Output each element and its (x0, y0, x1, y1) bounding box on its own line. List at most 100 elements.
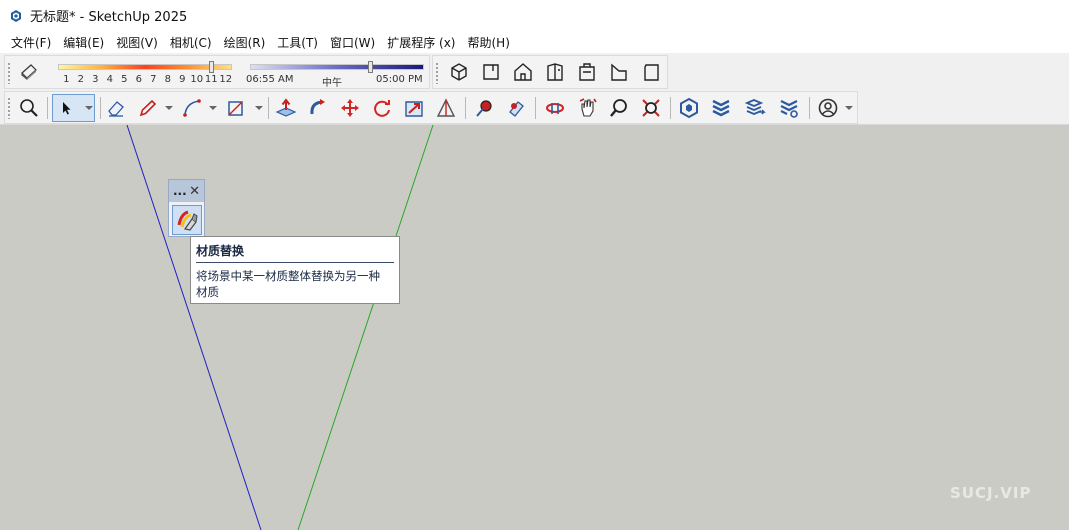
arc-icon (183, 99, 201, 117)
extension-warehouse-icon (712, 99, 730, 117)
preferences-button[interactable] (776, 95, 802, 121)
rectangle-dropdown[interactable] (255, 95, 263, 121)
watermark: SUCJ.VIP (950, 484, 1032, 502)
month-label: 5 (121, 74, 128, 85)
toolbar-separator (100, 97, 101, 119)
zoom-window-icon (642, 99, 660, 117)
more-icon[interactable]: ... (173, 185, 187, 197)
toolbar-separator (465, 97, 466, 119)
push-pull-button[interactable] (273, 95, 299, 121)
menu-file[interactable]: 文件(F) (5, 34, 57, 51)
time-start-label: 06:55 AM (246, 74, 294, 85)
month-label: 2 (77, 74, 84, 85)
close-icon[interactable]: ✕ (189, 185, 200, 198)
pan-button[interactable] (574, 95, 600, 121)
menu-view[interactable]: 视图(V) (110, 34, 164, 51)
shadow-toggle-button[interactable] (16, 59, 42, 85)
tooltip-title: 材质替换 (196, 242, 394, 263)
follow-me-icon (310, 99, 325, 115)
menu-edit[interactable]: 编辑(E) (57, 34, 110, 51)
toolbar-area: 1 2 3 4 5 6 7 8 9 10 11 12 06:55 AM 中午 0… (0, 53, 1069, 125)
menu-camera[interactable]: 相机(C) (164, 34, 218, 51)
month-label: 7 (150, 74, 157, 85)
toolbar-separator (809, 97, 810, 119)
toolbar-row-1: 1 2 3 4 5 6 7 8 9 10 11 12 06:55 AM 中午 0… (0, 55, 1069, 89)
orbit-button[interactable] (542, 95, 568, 121)
warehouse-icon (680, 97, 698, 119)
zoom-extents-button[interactable] (16, 95, 42, 121)
toolbar-separator (268, 97, 269, 119)
front-view-button[interactable] (510, 59, 536, 85)
move-button[interactable] (337, 95, 363, 121)
back-view-button[interactable] (574, 59, 600, 85)
zoom-button[interactable] (606, 95, 632, 121)
toolbar-grip[interactable] (7, 62, 11, 84)
account-dropdown[interactable] (845, 95, 853, 121)
replace-material-icon (177, 210, 198, 231)
menu-help[interactable]: 帮助(H) (461, 34, 515, 51)
paint-bucket-button[interactable] (471, 95, 497, 121)
right-view-icon (547, 63, 563, 81)
toolbar-grip[interactable] (435, 62, 439, 84)
preferences-icon (780, 100, 798, 118)
select-dropdown[interactable] (85, 95, 93, 121)
menu-tools[interactable]: 工具(T) (271, 34, 324, 51)
scale-icon (405, 101, 423, 117)
move-icon (341, 99, 359, 117)
pan-icon (579, 98, 597, 117)
replace-material-button[interactable] (172, 205, 202, 235)
back-view-icon (579, 63, 595, 81)
model-viewport[interactable] (0, 125, 1069, 530)
toolbar-row-2 (0, 91, 1069, 124)
iso-view-icon (451, 63, 467, 81)
tape-measure-icon (436, 98, 456, 117)
pencil-dropdown[interactable] (165, 95, 173, 121)
pencil-icon (139, 99, 157, 117)
month-label: 9 (179, 74, 186, 85)
warehouse-button[interactable] (676, 95, 702, 121)
iso-view-button[interactable] (446, 59, 472, 85)
pencil-button[interactable] (135, 95, 161, 121)
eraser-button[interactable] (103, 95, 129, 121)
menu-draw[interactable]: 绘图(R) (218, 34, 272, 51)
bottom-view-icon (644, 64, 659, 81)
left-view-button[interactable] (606, 59, 632, 85)
main-toolbar (4, 91, 858, 124)
toolbar-separator (535, 97, 536, 119)
menu-extensions[interactable]: 扩展程序 (x) (381, 34, 461, 51)
month-label: 1 (63, 74, 70, 85)
tooltip-line: 将场景中某一材质整体替换为另一种 (196, 269, 380, 283)
floating-toolbar-header[interactable]: ... ✕ (169, 180, 204, 202)
right-view-button[interactable] (542, 59, 568, 85)
account-button[interactable] (815, 95, 841, 121)
time-slider-thumb[interactable] (367, 61, 373, 73)
toolbar-grip[interactable] (7, 97, 11, 119)
select-button[interactable] (53, 95, 79, 121)
zoom-window-button[interactable] (638, 95, 664, 121)
month-slider-thumb[interactable] (209, 61, 215, 73)
extension-warehouse-button[interactable] (708, 95, 734, 121)
month-label: 12 (219, 74, 233, 85)
tape-measure-button[interactable] (433, 95, 459, 121)
bottom-view-button[interactable] (638, 59, 664, 85)
menu-window[interactable]: 窗口(W) (324, 34, 381, 51)
scale-button[interactable] (401, 95, 427, 121)
time-slider[interactable] (250, 64, 424, 70)
layout-icon (744, 99, 766, 115)
toolbar-separator (670, 97, 671, 119)
rotate-button[interactable] (369, 95, 395, 121)
arc-button[interactable] (179, 95, 205, 121)
material-button[interactable] (503, 95, 529, 121)
toolbar-separator (47, 97, 48, 119)
title-bar: 无标题* - SketchUp 2025 (0, 0, 1069, 31)
rectangle-button[interactable] (223, 95, 249, 121)
arc-dropdown[interactable] (209, 95, 217, 121)
top-view-button[interactable] (478, 59, 504, 85)
sketchup-logo-icon (11, 9, 21, 22)
rotate-icon (374, 100, 390, 117)
shadow-icon (21, 64, 37, 80)
layout-send-button[interactable] (742, 95, 768, 121)
follow-me-button[interactable] (305, 95, 331, 121)
month-slider[interactable] (58, 64, 232, 70)
zoom-icon (610, 99, 627, 117)
